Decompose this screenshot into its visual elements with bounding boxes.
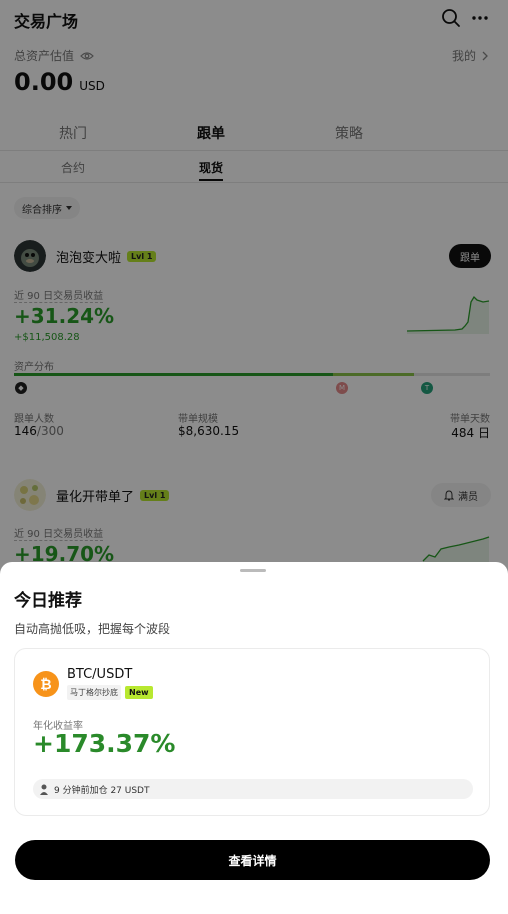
recommendation-sheet: 今日推荐 自动高抛低吸，把握每个波段 ₿ BTC/USDT 马丁格尔抄底 New… [0,562,508,914]
sheet-subtitle: 自动高抛低吸，把握每个波段 [14,622,171,636]
strategy-row: 马丁格尔抄底 New [67,685,153,700]
apr-value: +173.37% [33,729,176,758]
sheet-handle[interactable] [240,569,266,572]
strategy-tag: 马丁格尔抄底 [67,685,121,700]
activity-text: 9 分钟前加仓 27 USDT [54,785,150,796]
sheet-title: 今日推荐 [14,591,82,611]
new-badge: New [125,686,153,699]
bitcoin-icon: ₿ [33,671,59,697]
view-details-button[interactable]: 查看详情 [15,840,490,880]
user-icon [40,784,48,795]
trading-pair: BTC/USDT [67,667,133,682]
activity-feed: 9 分钟前加仓 27 USDT [33,779,473,799]
recommendation-card[interactable]: ₿ BTC/USDT 马丁格尔抄底 New 年化收益率 +173.37% 9 分… [14,648,490,816]
trading-square-screen: 交易广场 总资产估值 我的 0.00 USD 热门 跟单 策略 合约 现货 综合… [0,0,508,914]
